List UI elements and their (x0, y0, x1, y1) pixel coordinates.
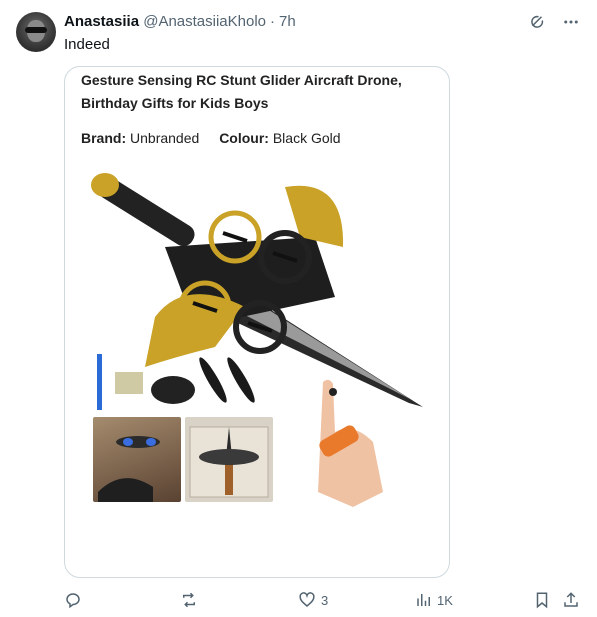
retweet-icon (183, 592, 195, 608)
avatar-glasses (25, 27, 47, 33)
author-handle[interactable]: @AnastasiiaKholo (143, 13, 266, 30)
brand-label: Brand: (81, 130, 127, 146)
reply-button[interactable] (64, 591, 82, 609)
retweet-button[interactable] (180, 591, 198, 609)
like-button[interactable]: 3 (298, 591, 328, 609)
product-attributes: Brand: Unbranded Colour: Black Gold (81, 128, 341, 148)
drone-on-desk-photo (185, 417, 273, 502)
colour-label: Colour: (219, 130, 269, 146)
colour-value: Black Gold (272, 130, 341, 146)
brand-value: Unbranded (130, 130, 200, 146)
like-count: 3 (321, 592, 329, 608)
bookmark-button[interactable] (533, 591, 551, 609)
views-count: 1K (437, 592, 453, 608)
product-title: Gesture Sensing RC Stunt Glider Aircraft… (81, 72, 402, 111)
tweet-time[interactable]: 7h (279, 13, 296, 30)
views-button[interactable]: 1K (415, 591, 453, 609)
author-name[interactable]: Anastasiia (64, 13, 139, 30)
views-icon (417, 594, 430, 606)
header-separator: · (270, 13, 276, 30)
author-avatar[interactable] (16, 12, 56, 52)
tweet-text: Indeed (64, 36, 110, 53)
bookmark-icon (536, 592, 548, 609)
tweet-header: Anastasiia @AnastasiiaKholo · 7h (64, 12, 296, 32)
like-icon (299, 592, 315, 607)
tweet-media[interactable]: Gesture Sensing RC Stunt Glider Aircraft… (64, 66, 450, 578)
share-icon (564, 592, 578, 607)
accessories-image (93, 352, 268, 412)
reply-icon (66, 593, 80, 609)
flying-drone-photo (93, 417, 181, 502)
gesture-hand-photo (293, 372, 403, 507)
share-button[interactable] (562, 591, 580, 609)
action-bar: 3 1K (64, 588, 581, 612)
top-right-icons (527, 12, 581, 32)
more-icon[interactable] (561, 12, 581, 32)
grok-icon[interactable] (527, 12, 547, 32)
